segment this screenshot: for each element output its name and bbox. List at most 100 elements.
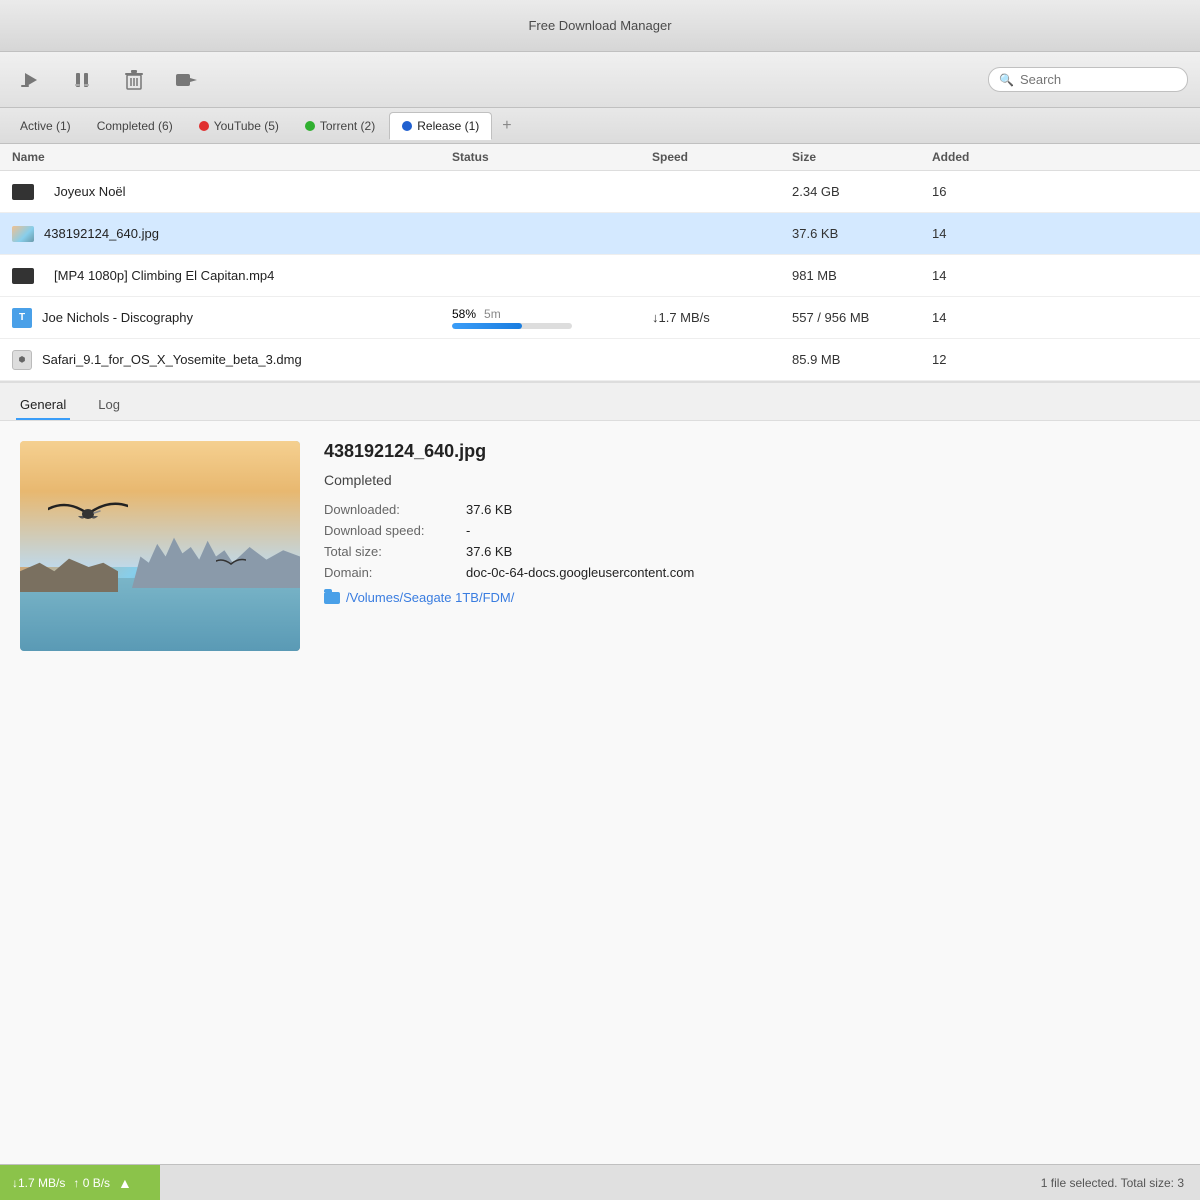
detail-content: 438192124_640.jpg Completed Downloaded: … — [0, 421, 1200, 671]
col-header-name: Name — [12, 150, 452, 164]
file-added: 14 — [932, 310, 1188, 325]
detail-path[interactable]: /Volumes/Seagate 1TB/FDM/ — [324, 590, 1180, 605]
delete-button[interactable] — [116, 62, 152, 98]
main-layout: 🔍 Active (1) Completed (6) YouTube (5) T… — [0, 52, 1200, 1200]
tabs-bar: Active (1) Completed (6) YouTube (5) Tor… — [0, 108, 1200, 144]
progress-bar-fill — [452, 323, 522, 329]
file-name-cell: [MP4 1080p] Climbing El Capitan.mp4 — [12, 268, 452, 284]
detail-tab-log[interactable]: Log — [94, 391, 124, 420]
file-added: 14 — [932, 226, 1188, 241]
search-input[interactable] — [1020, 72, 1170, 87]
tab-active-label: Active (1) — [20, 119, 71, 133]
toolbar: 🔍 — [0, 52, 1200, 108]
file-size: 37.6 KB — [792, 226, 932, 241]
file-icon-video — [12, 184, 34, 200]
tab-release[interactable]: Release (1) — [389, 112, 492, 140]
status-bar-right: 1 file selected. Total size: 3 — [160, 1176, 1200, 1190]
tab-release-label: Release (1) — [417, 119, 479, 133]
detail-size-value: 37.6 KB — [466, 544, 512, 559]
thumbnail-scene — [20, 441, 300, 651]
search-box[interactable]: 🔍 — [988, 67, 1188, 92]
down-speed: ↓1.7 MB/s — [12, 1176, 65, 1190]
progress-percent: 58% — [452, 307, 476, 321]
file-name-cell: ⬢ Safari_9.1_for_OS_X_Yosemite_beta_3.dm… — [12, 350, 452, 370]
detail-panel: General Log — [0, 382, 1200, 1200]
file-row[interactable]: [MP4 1080p] Climbing El Capitan.mp4 981 … — [0, 255, 1200, 297]
play-button[interactable] — [12, 62, 48, 98]
tab-add-button[interactable]: + — [494, 117, 519, 135]
file-status: 58% 5m — [452, 307, 652, 329]
col-header-added: Added — [932, 150, 1188, 164]
detail-speed-value: - — [466, 523, 470, 538]
title-bar: Free Download Manager — [0, 0, 1200, 52]
detail-path-text: /Volumes/Seagate 1TB/FDM/ — [346, 590, 514, 605]
tab-torrent-label: Torrent (2) — [320, 119, 375, 133]
detail-downloaded-label: Downloaded: — [324, 502, 454, 517]
file-name: 438192124_640.jpg — [44, 226, 159, 241]
detail-domain-row: Domain: doc-0c-64-docs.googleusercontent… — [324, 565, 1180, 580]
file-name: Safari_9.1_for_OS_X_Yosemite_beta_3.dmg — [42, 352, 302, 367]
col-header-status: Status — [452, 150, 652, 164]
search-icon: 🔍 — [999, 73, 1014, 87]
file-icon-dmg: ⬢ — [12, 350, 32, 370]
file-icon-image — [12, 226, 34, 242]
thumbnail-bird-2 — [216, 556, 246, 571]
file-list: Name Status Speed Size Added Joyeux Noël… — [0, 144, 1200, 382]
status-bar: ↓1.7 MB/s ↑ 0 B/s ▲ 1 file selected. Tot… — [0, 1164, 1200, 1200]
status-bar-left: ↓1.7 MB/s ↑ 0 B/s ▲ — [0, 1165, 160, 1200]
tab-youtube-label: YouTube (5) — [214, 119, 279, 133]
folder-icon — [324, 592, 340, 604]
tab-active[interactable]: Active (1) — [8, 112, 83, 140]
selected-info: 1 file selected. Total size: 3 — [1041, 1176, 1184, 1190]
detail-tabs: General Log — [0, 383, 1200, 421]
file-added: 12 — [932, 352, 1188, 367]
detail-speed-row: Download speed: - — [324, 523, 1180, 538]
file-name-cell: Joyeux Noël — [12, 184, 452, 200]
file-size: 85.9 MB — [792, 352, 932, 367]
detail-status: Completed — [324, 472, 1180, 488]
file-size: 2.34 GB — [792, 184, 932, 199]
detail-size-row: Total size: 37.6 KB — [324, 544, 1180, 559]
file-row[interactable]: Joyeux Noël 2.34 GB 16 — [0, 171, 1200, 213]
progress-info: 58% 5m — [452, 307, 652, 321]
release-dot — [402, 121, 412, 131]
file-row[interactable]: 438192124_640.jpg 37.6 KB 14 — [0, 213, 1200, 255]
file-added: 16 — [932, 184, 1188, 199]
file-added: 14 — [932, 268, 1188, 283]
detail-domain-label: Domain: — [324, 565, 454, 580]
youtube-dot — [199, 121, 209, 131]
detail-speed-label: Download speed: — [324, 523, 454, 538]
progress-bar-track — [452, 323, 572, 329]
detail-downloaded-row: Downloaded: 37.6 KB — [324, 502, 1180, 517]
pause-button[interactable] — [64, 62, 100, 98]
move-button[interactable] — [168, 62, 204, 98]
detail-info: 438192124_640.jpg Completed Downloaded: … — [324, 441, 1180, 651]
file-name-cell: T Joe Nichols - Discography — [12, 308, 452, 328]
up-speed: ↑ 0 B/s — [73, 1176, 110, 1190]
col-header-speed: Speed — [652, 150, 792, 164]
app-title: Free Download Manager — [528, 18, 671, 33]
tab-completed-label: Completed (6) — [97, 119, 173, 133]
detail-filename: 438192124_640.jpg — [324, 441, 1180, 462]
file-size: 981 MB — [792, 268, 932, 283]
file-speed: ↓1.7 MB/s — [652, 310, 792, 325]
detail-domain-value: doc-0c-64-docs.googleusercontent.com — [466, 565, 694, 580]
detail-downloaded-value: 37.6 KB — [466, 502, 512, 517]
file-size: 557 / 956 MB — [792, 310, 932, 325]
chevron-up-icon[interactable]: ▲ — [118, 1175, 132, 1191]
detail-tab-general[interactable]: General — [16, 391, 70, 420]
detail-thumbnail — [20, 441, 300, 651]
file-list-header: Name Status Speed Size Added — [0, 144, 1200, 171]
file-row[interactable]: T Joe Nichols - Discography 58% 5m ↓1.7 … — [0, 297, 1200, 339]
tab-youtube[interactable]: YouTube (5) — [187, 112, 291, 140]
file-icon-video — [12, 268, 34, 284]
tab-completed[interactable]: Completed (6) — [85, 112, 185, 140]
col-header-size: Size — [792, 150, 932, 164]
file-name: Joe Nichols - Discography — [42, 310, 193, 325]
progress-time: 5m — [484, 307, 501, 321]
file-row[interactable]: ⬢ Safari_9.1_for_OS_X_Yosemite_beta_3.dm… — [0, 339, 1200, 381]
torrent-dot — [305, 121, 315, 131]
file-icon-torrent: T — [12, 308, 32, 328]
progress-container: 58% 5m — [452, 307, 652, 329]
tab-torrent[interactable]: Torrent (2) — [293, 112, 387, 140]
